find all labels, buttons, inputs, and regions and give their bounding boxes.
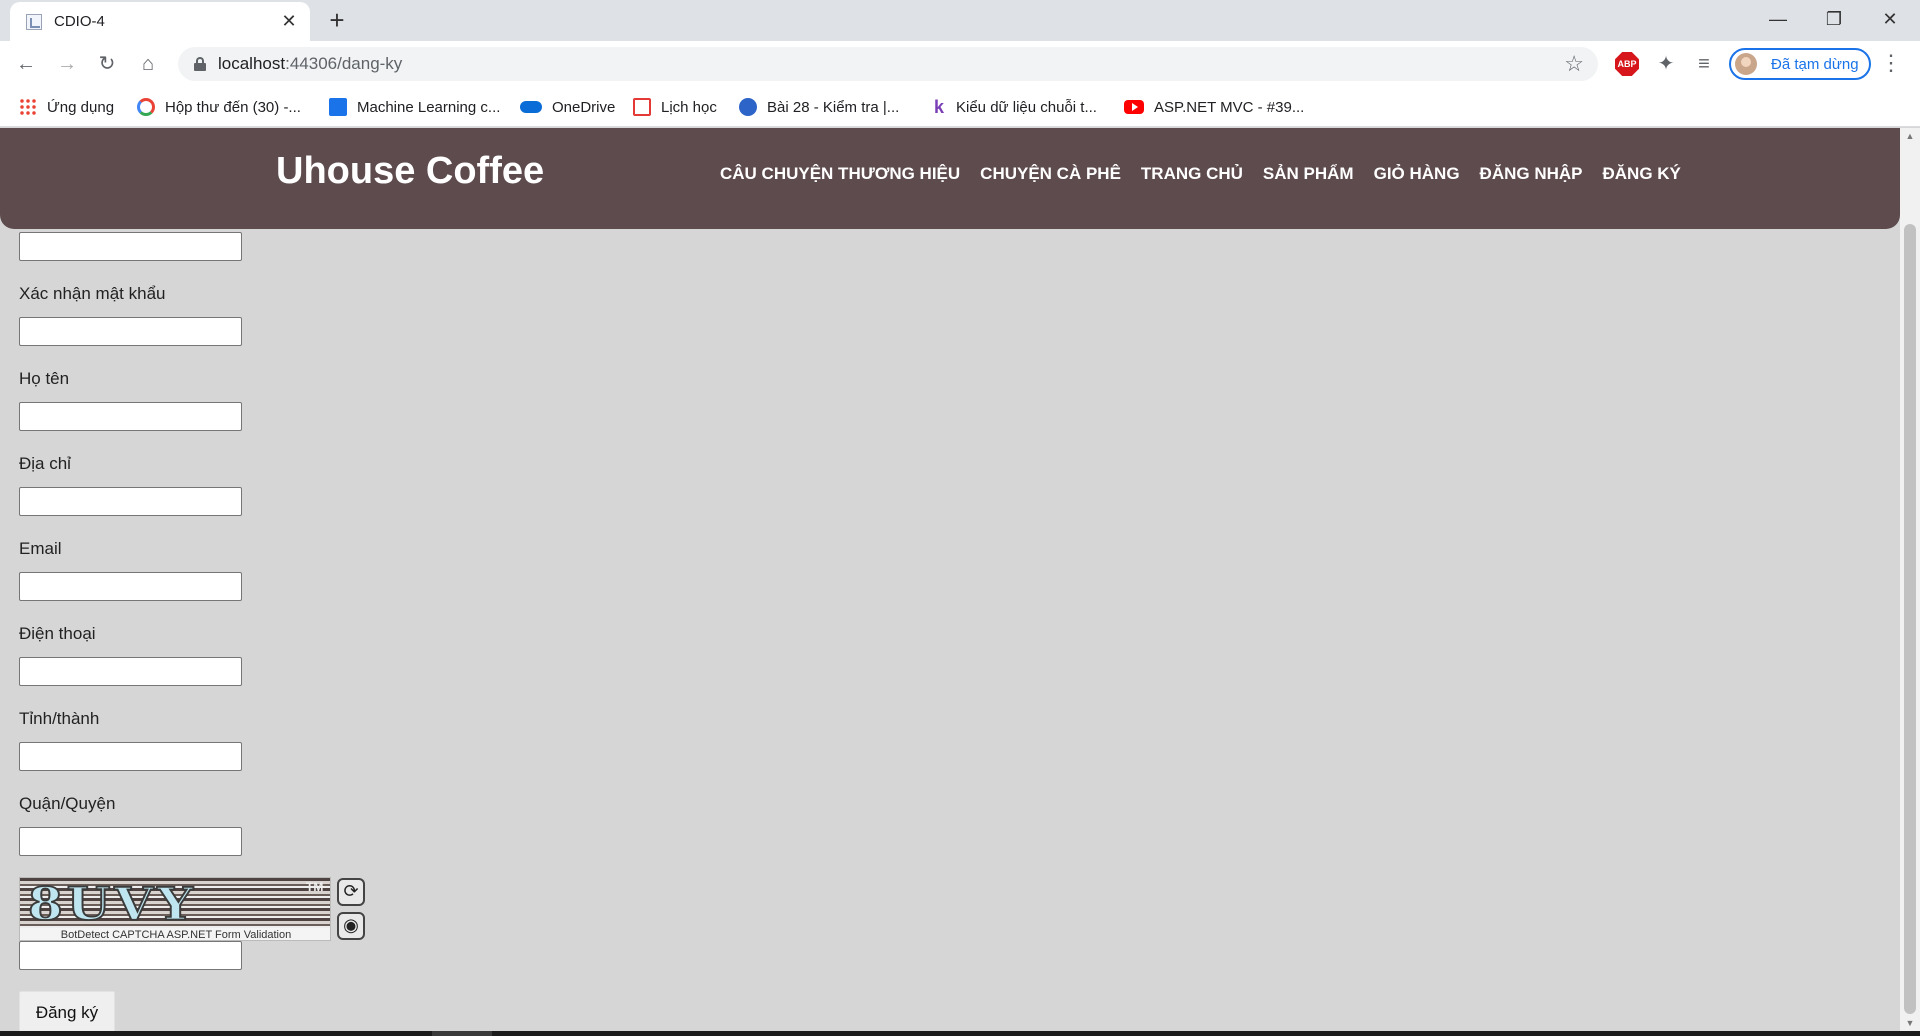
- captcha-caption: BotDetect CAPTCHA ASP.NET Form Validatio…: [20, 928, 330, 940]
- password-field[interactable]: [19, 232, 242, 261]
- bookmark-aspnet-mvc[interactable]: ASP.NET MVC - #39...: [1124, 95, 1304, 119]
- captcha-trademark: TM: [306, 880, 324, 894]
- bookmark-machine-learning[interactable]: Machine Learning c...: [329, 95, 500, 119]
- nav-products[interactable]: SẢN PHẨM: [1263, 164, 1354, 184]
- full-name-field[interactable]: [19, 402, 242, 431]
- bookmark-bai-28[interactable]: Bài 28 - Kiểm tra |...: [739, 95, 899, 119]
- url-text: localhost:44306/dang-ky: [218, 54, 403, 73]
- browser-menu-icon[interactable]: ⋮: [1880, 50, 1902, 76]
- reload-icon[interactable]: ↻: [93, 50, 121, 78]
- tab-title: CDIO-4: [54, 13, 105, 30]
- site-brand[interactable]: Uhouse Coffee: [276, 150, 544, 193]
- address-bar[interactable]: localhost:44306/dang-ky ☆: [178, 47, 1598, 81]
- captcha-code: 8UVY: [27, 877, 197, 931]
- browser-toolbar: ← → ↻ ⌂ localhost:44306/dang-ky ☆ ABP ✦ …: [0, 41, 1920, 87]
- restore-button[interactable]: ❐: [1806, 0, 1862, 38]
- province-field[interactable]: [19, 742, 242, 771]
- bookmark-kieu-du-lieu[interactable]: k Kiểu dữ liệu chuỗi t...: [934, 95, 1097, 119]
- bookmarks-bar: Ứng dụng Hộp thư đến (30) -... Machine L…: [0, 87, 1920, 127]
- adblock-icon[interactable]: ABP: [1615, 52, 1639, 76]
- close-tab-icon[interactable]: ✕: [278, 10, 300, 32]
- confirm-password-field[interactable]: [19, 317, 242, 346]
- calendar-icon: [633, 98, 651, 116]
- back-icon[interactable]: ←: [12, 50, 40, 78]
- scroll-up-icon[interactable]: ▲: [1900, 128, 1920, 144]
- ml-icon: [329, 98, 347, 116]
- email-label: Email: [19, 539, 62, 558]
- media-control-icon[interactable]: ≡: [1690, 50, 1718, 78]
- district-field[interactable]: [19, 827, 242, 856]
- nav-register[interactable]: ĐĂNG KÝ: [1603, 164, 1681, 184]
- bookmark-onedrive[interactable]: OneDrive: [520, 95, 615, 119]
- full-name-label: Họ tên: [19, 369, 70, 388]
- nav-brand-story[interactable]: CÂU CHUYỆN THƯƠNG HIỆU: [720, 164, 960, 184]
- register-button[interactable]: Đăng ký: [19, 991, 115, 1031]
- bookmark-apps[interactable]: Ứng dụng: [19, 95, 114, 119]
- minimize-button[interactable]: —: [1750, 0, 1806, 38]
- page-viewport: Xác nhận mật khẩu Họ tên Địa chỉ Email Đ…: [0, 128, 1900, 1031]
- globe-icon: [739, 98, 757, 116]
- profile-button[interactable]: Đã tạm dừng: [1729, 48, 1871, 80]
- lock-icon[interactable]: [194, 57, 206, 71]
- nav-login[interactable]: ĐĂNG NHẬP: [1480, 164, 1583, 184]
- province-label: Tỉnh/thành: [19, 709, 100, 728]
- email-field[interactable]: [19, 572, 242, 601]
- captcha-image: 8UVY TM BotDetect CAPTCHA ASP.NET Form V…: [19, 877, 331, 941]
- nav-cart[interactable]: GIỎ HÀNG: [1374, 164, 1460, 184]
- site-navbar: Uhouse Coffee CÂU CHUYỆN THƯƠNG HIỆU CHU…: [0, 128, 1900, 229]
- main-nav: CÂU CHUYỆN THƯƠNG HIỆU CHUYỆN CÀ PHÊ TRA…: [720, 164, 1681, 184]
- close-window-button[interactable]: ✕: [1862, 0, 1918, 38]
- phone-field[interactable]: [19, 657, 242, 686]
- captcha-reload-icon[interactable]: ⟳: [337, 878, 365, 906]
- profile-label: Đã tạm dừng: [1771, 56, 1859, 73]
- home-icon[interactable]: ⌂: [134, 50, 162, 78]
- captcha-sound-icon[interactable]: ◉: [337, 912, 365, 940]
- google-icon: [137, 98, 155, 116]
- tab-strip: CDIO-4 ✕ + — ❐ ✕: [0, 0, 1920, 41]
- onedrive-icon: [520, 101, 542, 113]
- forward-icon[interactable]: →: [53, 50, 81, 78]
- nav-home[interactable]: TRANG CHỦ: [1141, 164, 1243, 184]
- new-tab-button[interactable]: +: [323, 6, 351, 34]
- page-scrollbar[interactable]: ▲ ▼: [1900, 128, 1920, 1031]
- avatar: [1735, 53, 1757, 75]
- k-icon: k: [934, 97, 945, 117]
- phone-label: Điện thoại: [19, 624, 96, 643]
- address-label: Địa chỉ: [19, 454, 71, 473]
- extensions-icon[interactable]: ✦: [1652, 50, 1680, 78]
- page-favicon-icon: [26, 14, 42, 30]
- address-field[interactable]: [19, 487, 242, 516]
- apps-icon: [19, 98, 37, 116]
- bookmark-star-icon[interactable]: ☆: [1564, 51, 1584, 77]
- taskbar: [0, 1031, 1920, 1036]
- district-label: Quận/Quyện: [19, 794, 116, 813]
- captcha-input[interactable]: [19, 941, 242, 970]
- confirm-password-label: Xác nhận mật khẩu: [19, 284, 166, 303]
- scroll-thumb[interactable]: [1904, 224, 1916, 1014]
- browser-tab[interactable]: CDIO-4 ✕: [10, 2, 310, 41]
- taskbar-item[interactable]: [432, 1031, 492, 1036]
- scroll-down-icon[interactable]: ▼: [1900, 1015, 1920, 1031]
- youtube-icon: [1124, 100, 1144, 114]
- bookmark-gmail[interactable]: Hộp thư đến (30) -...: [137, 95, 301, 119]
- nav-coffee-story[interactable]: CHUYỆN CÀ PHÊ: [980, 164, 1121, 184]
- bookmark-lich-hoc[interactable]: Lịch học: [633, 95, 717, 119]
